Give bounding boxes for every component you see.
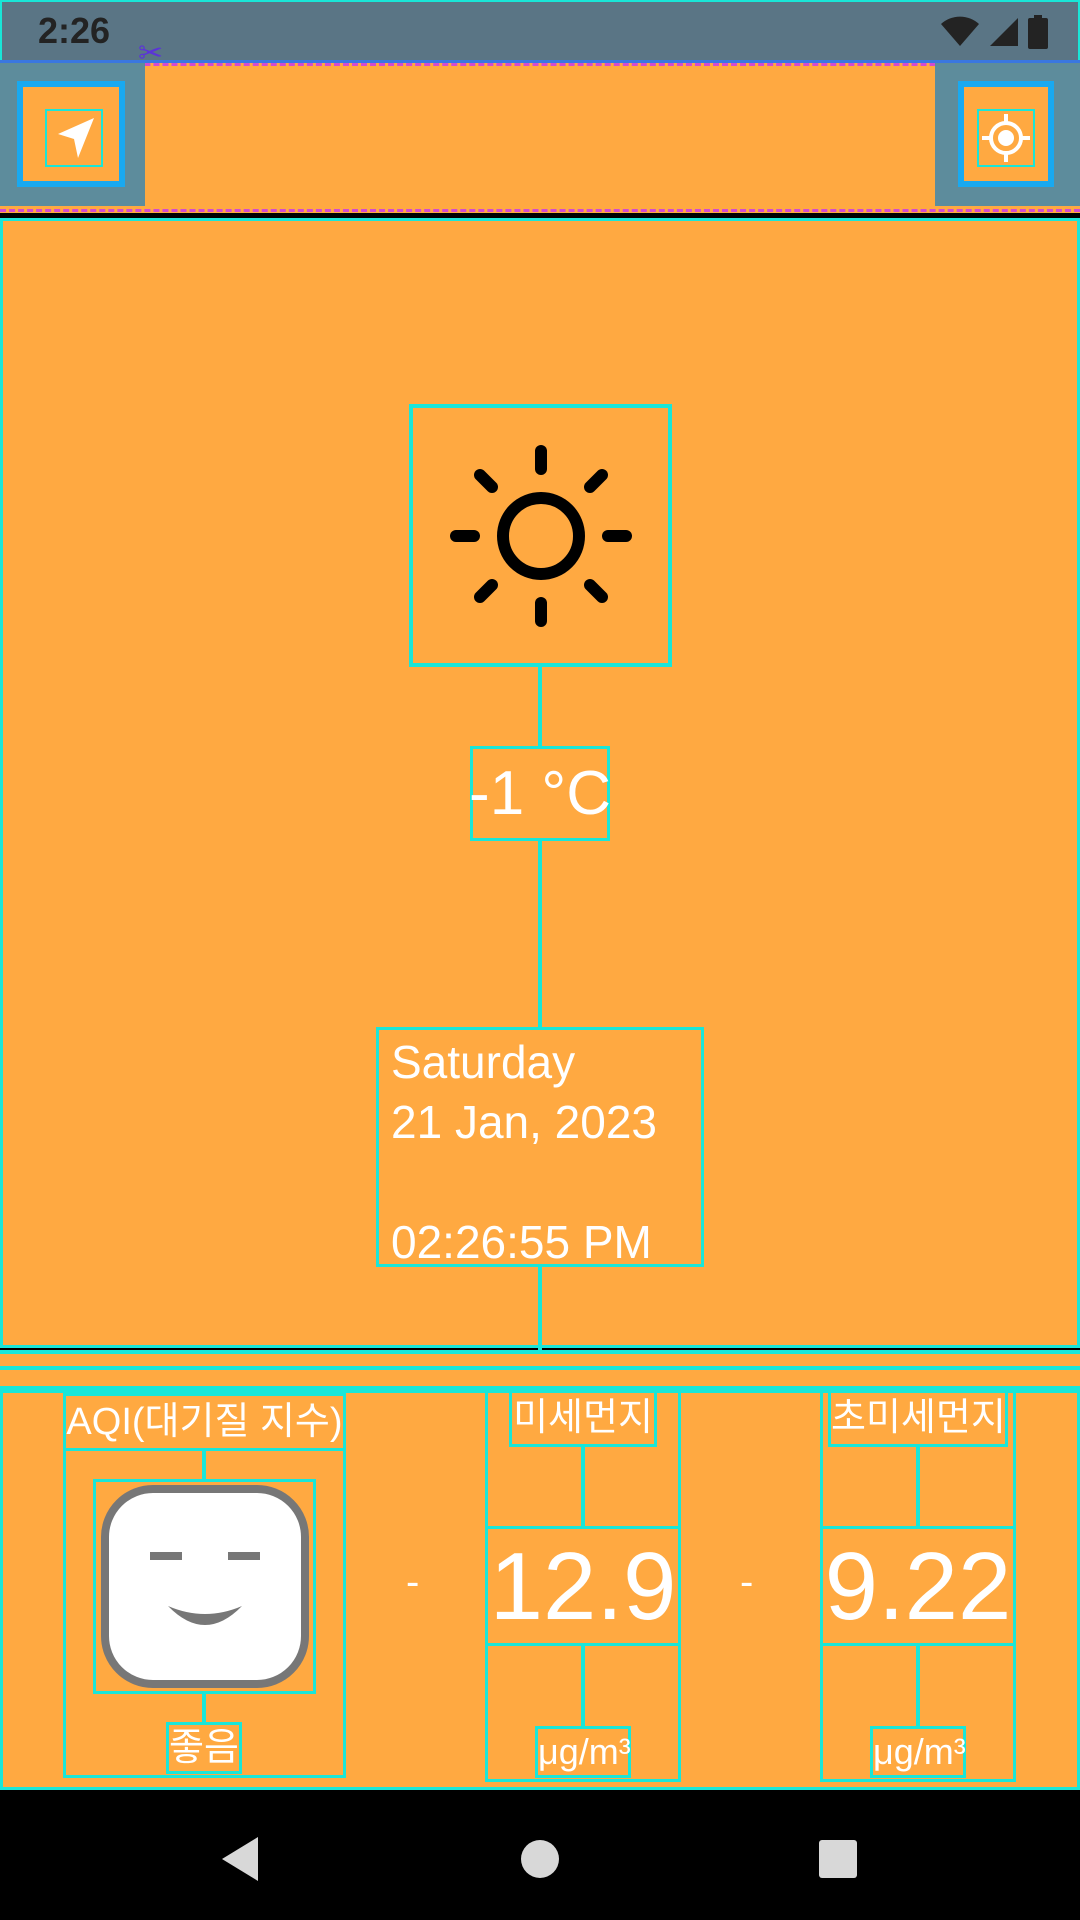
divider — [0, 1350, 1080, 1390]
navigate-button[interactable] — [0, 63, 145, 206]
app-bar — [0, 60, 1080, 213]
pm25-label: 초미세먼지 — [828, 1390, 1008, 1447]
separator-2: - — [740, 1560, 754, 1604]
cellular-signal-icon — [990, 18, 1018, 46]
weather-condition-image — [409, 404, 672, 667]
status-bar: 2:26 ✂ — [0, 0, 1080, 70]
navigation-arrow-icon — [58, 118, 94, 158]
status-icons — [940, 14, 1048, 50]
battery-icon — [1028, 15, 1048, 49]
temperature-text: -1 °C — [469, 746, 611, 841]
separator-1: - — [406, 1560, 420, 1604]
sun-icon — [449, 444, 632, 627]
status-clock: 2:26 — [38, 10, 111, 51]
aqi-status: 좋음 — [166, 1722, 242, 1774]
pm10-value: 12.9 — [485, 1526, 681, 1646]
date-text: 21 Jan, 2023 — [391, 1096, 658, 1148]
recents-icon — [819, 1840, 857, 1878]
home-icon — [521, 1840, 559, 1878]
my-location-icon — [982, 114, 1030, 162]
date-time-text: Saturday 21 Jan, 2023 02:26:55 PM — [376, 1027, 704, 1268]
smiling-face-icon — [100, 1485, 309, 1688]
recents-button[interactable] — [808, 1829, 868, 1889]
aqi-face-image — [93, 1479, 316, 1694]
home-button[interactable] — [510, 1829, 570, 1889]
back-icon — [222, 1837, 258, 1881]
back-button[interactable] — [210, 1829, 270, 1889]
pm25-value: 9.22 — [820, 1526, 1016, 1646]
my-location-button[interactable] — [935, 63, 1080, 206]
aqi-label: AQI(대기질 지수) — [63, 1393, 346, 1451]
time-text: 02:26:55 PM — [391, 1216, 652, 1268]
pm10-unit: μg/m³ — [535, 1726, 631, 1778]
pm10-label: 미세먼지 — [509, 1390, 657, 1447]
wifi-icon — [941, 16, 979, 46]
pm25-unit: μg/m³ — [870, 1726, 966, 1778]
day-text: Saturday — [391, 1036, 576, 1088]
navigation-bar — [0, 1794, 1080, 1920]
